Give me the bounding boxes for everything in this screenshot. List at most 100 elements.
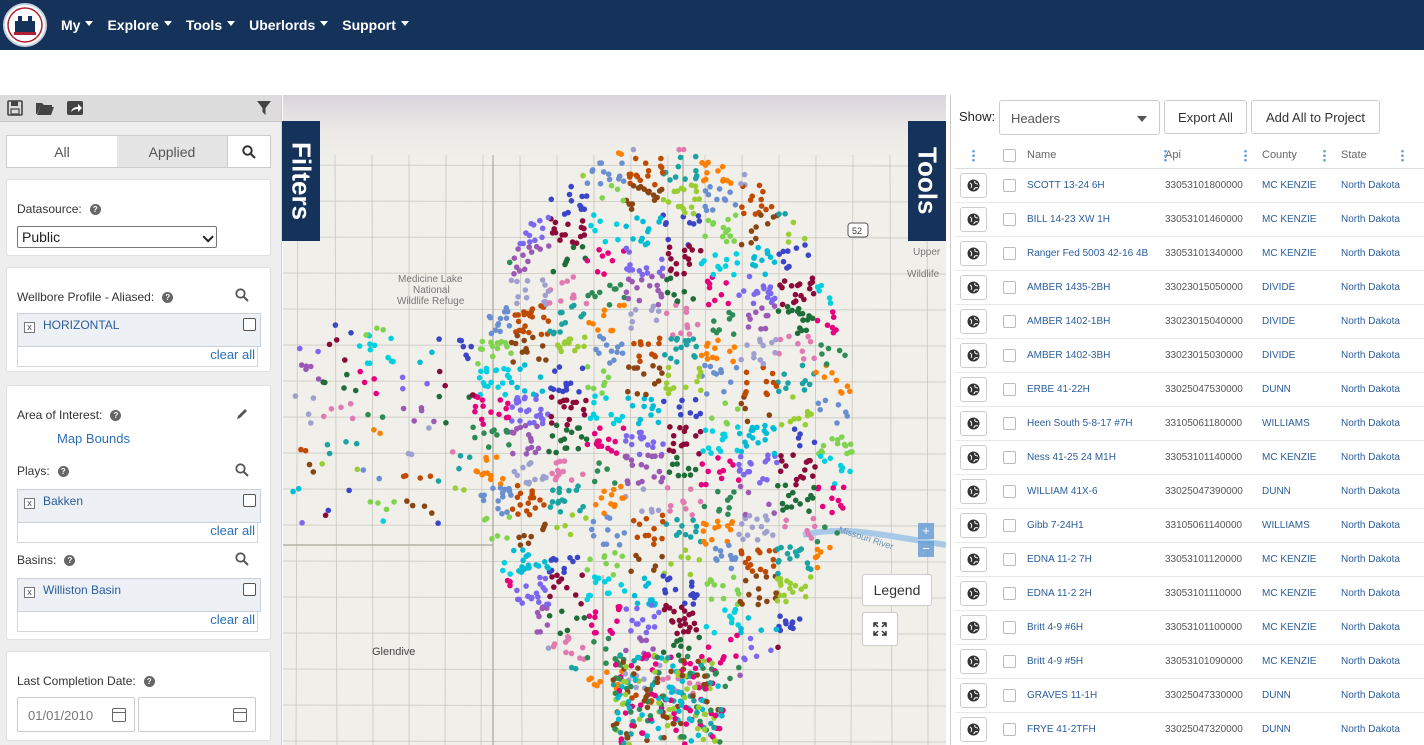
well-marker[interactable] (708, 578, 715, 584)
column-menu-icon[interactable] (1401, 149, 1404, 162)
well-marker[interactable] (478, 368, 484, 375)
well-marker[interactable] (734, 632, 740, 639)
well-marker[interactable] (584, 441, 591, 448)
well-marker[interactable] (697, 498, 704, 505)
well-marker[interactable] (757, 566, 764, 573)
well-marker[interactable] (727, 675, 733, 682)
well-marker[interactable] (688, 204, 695, 210)
well-marker[interactable] (541, 524, 547, 530)
well-marker[interactable] (666, 447, 673, 454)
well-marker[interactable] (664, 276, 670, 283)
well-marker[interactable] (530, 391, 537, 398)
well-marker[interactable] (838, 467, 845, 474)
well-marker[interactable] (538, 406, 544, 413)
well-marker[interactable] (734, 406, 741, 412)
well-marker[interactable] (830, 314, 837, 320)
well-marker[interactable] (603, 646, 609, 652)
well-marker[interactable] (727, 189, 733, 195)
well-marker[interactable] (815, 400, 822, 407)
well-marker[interactable] (615, 716, 622, 723)
well-marker[interactable] (541, 502, 547, 508)
zoom-out-button[interactable]: − (918, 541, 934, 557)
well-marker[interactable] (319, 461, 325, 467)
well-marker[interactable] (655, 419, 662, 426)
well-marker[interactable] (626, 249, 632, 255)
well-marker[interactable] (686, 611, 692, 618)
well-marker[interactable] (742, 559, 749, 566)
well-marker[interactable] (523, 553, 529, 560)
export-all-button[interactable]: Export All (1164, 100, 1247, 134)
well-marker[interactable] (830, 485, 836, 491)
well-marker[interactable] (657, 708, 664, 715)
well-marker[interactable] (738, 181, 744, 187)
well-marker[interactable] (671, 608, 677, 615)
well-marker[interactable] (648, 396, 655, 403)
well-marker[interactable] (600, 312, 607, 319)
well-marker[interactable] (487, 472, 494, 479)
well-marker[interactable] (553, 449, 559, 456)
well-marker[interactable] (605, 250, 611, 256)
well-marker[interactable] (596, 438, 602, 444)
well-marker[interactable] (615, 176, 622, 182)
well-marker[interactable] (762, 568, 769, 575)
well-marker[interactable] (605, 635, 612, 642)
well-marker[interactable] (537, 581, 543, 587)
well-marker[interactable] (842, 352, 848, 359)
well-marker[interactable] (805, 252, 812, 258)
well-marker[interactable] (700, 528, 707, 534)
well-marker[interactable] (727, 233, 733, 239)
well-marker[interactable] (480, 403, 486, 409)
well-marker[interactable] (753, 224, 759, 230)
nav-menu-my[interactable]: My (61, 17, 94, 33)
row-checkbox[interactable] (1002, 689, 1016, 702)
well-marker[interactable] (792, 497, 799, 504)
well-marker[interactable] (615, 150, 622, 156)
well-marker[interactable] (773, 590, 779, 596)
clear-all-link[interactable]: clear all (17, 523, 258, 543)
well-marker[interactable] (348, 330, 354, 336)
well-marker[interactable] (737, 672, 743, 679)
help-icon[interactable]: ? (89, 204, 101, 216)
well-marker[interactable] (798, 546, 804, 552)
well-marker[interactable] (768, 203, 775, 210)
globe-locate-button[interactable] (959, 547, 987, 572)
well-marker[interactable] (688, 182, 695, 188)
well-marker[interactable] (606, 515, 613, 521)
well-marker[interactable] (691, 620, 698, 627)
well-marker[interactable] (764, 598, 770, 605)
well-marker[interactable] (552, 368, 558, 374)
well-marker[interactable] (532, 505, 539, 511)
well-marker[interactable] (517, 542, 524, 548)
well-marker[interactable] (514, 587, 520, 594)
well-marker[interactable] (759, 257, 765, 264)
help-icon[interactable]: ? (110, 410, 122, 422)
well-marker[interactable] (529, 488, 535, 494)
well-marker[interactable] (800, 475, 806, 481)
well-marker[interactable] (495, 505, 501, 512)
well-marker[interactable] (718, 475, 725, 482)
well-marker[interactable] (814, 538, 821, 545)
table-row[interactable]: GRAVES 11-1H 33025047330000 DUNN North Dako… (955, 679, 1424, 713)
well-name[interactable]: ERBE 41-22H (1027, 384, 1165, 395)
well-marker[interactable] (715, 263, 721, 270)
well-marker[interactable] (763, 206, 769, 213)
well-marker[interactable] (592, 393, 598, 399)
well-marker[interactable] (835, 402, 842, 408)
well-marker[interactable] (712, 345, 718, 351)
well-marker[interactable] (700, 736, 707, 743)
well-marker[interactable] (703, 686, 709, 692)
well-marker[interactable] (703, 521, 709, 528)
well-marker[interactable] (558, 348, 564, 355)
well-marker[interactable] (712, 252, 718, 258)
well-marker[interactable] (686, 261, 693, 267)
well-marker[interactable] (560, 468, 566, 475)
well-marker[interactable] (675, 652, 682, 659)
well-marker[interactable] (579, 244, 586, 250)
well-marker[interactable] (782, 482, 789, 489)
well-marker[interactable] (554, 524, 560, 531)
well-marker[interactable] (745, 615, 752, 621)
well-marker[interactable] (346, 487, 352, 494)
well-marker[interactable] (563, 445, 570, 451)
well-marker[interactable] (809, 315, 816, 322)
well-marker[interactable] (677, 154, 684, 161)
